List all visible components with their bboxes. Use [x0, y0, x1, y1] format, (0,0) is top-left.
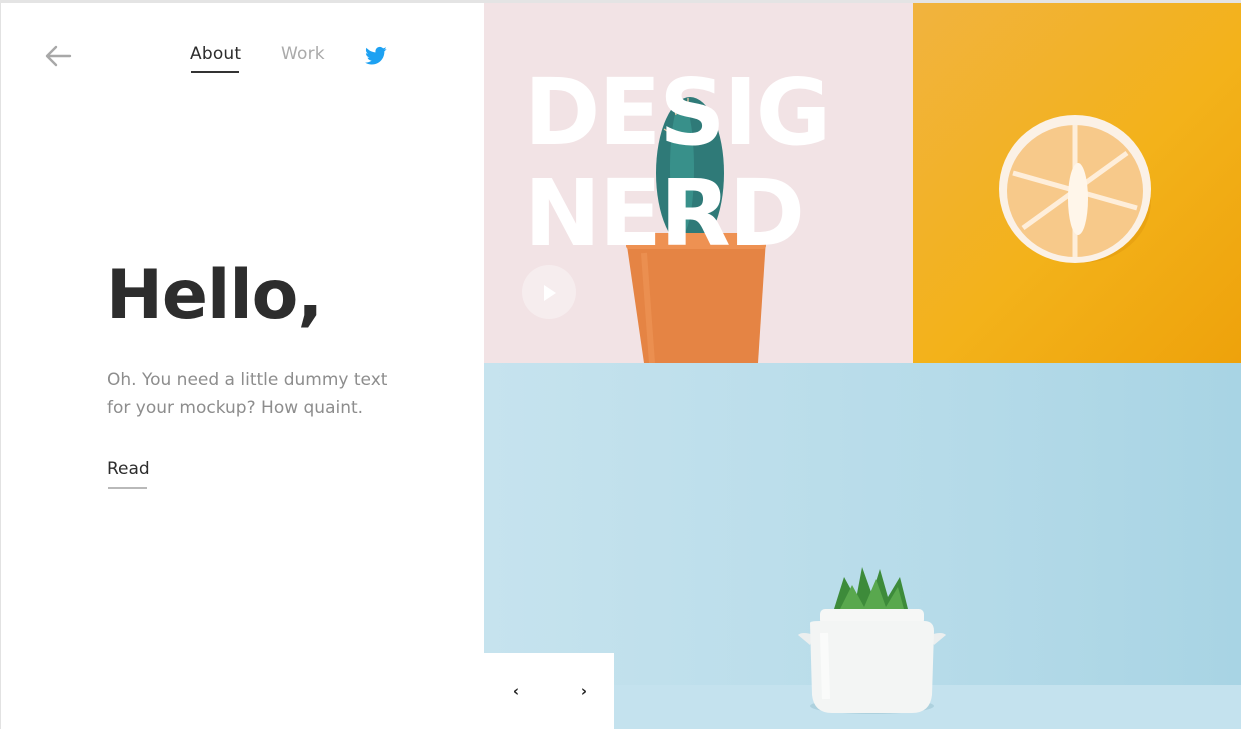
hero-title: Hello, — [106, 256, 323, 335]
next-button[interactable]: › — [569, 676, 599, 706]
citrus-illustration — [999, 115, 1151, 263]
slider-pager: ‹ › — [484, 653, 614, 729]
twitter-icon[interactable] — [365, 46, 387, 66]
read-underline — [108, 487, 147, 489]
left-border — [0, 3, 1, 729]
feature-heading-line-2: NERD — [524, 160, 805, 267]
feature-tile-cactus[interactable]: DESIG NERD — [484, 3, 913, 363]
nav-about-link[interactable]: About — [190, 44, 241, 64]
feature-heading-line-1: DESIG — [524, 59, 831, 166]
nav-work-link[interactable]: Work — [281, 44, 325, 64]
prev-button[interactable]: ‹ — [501, 676, 531, 706]
hero-lead-line-1: Oh. You need a little dummy text — [107, 370, 388, 390]
left-panel — [0, 3, 484, 729]
hero-lead-line-2: for your mockup? How quaint. — [107, 397, 364, 418]
hero-lead: Oh. You need a little dummy text for you… — [107, 367, 407, 422]
read-link[interactable]: Read — [107, 459, 150, 479]
play-icon — [544, 285, 556, 301]
arrow-left-icon[interactable] — [42, 42, 74, 70]
nav-active-underline — [191, 71, 239, 73]
tile-citrus[interactable] — [913, 3, 1241, 363]
